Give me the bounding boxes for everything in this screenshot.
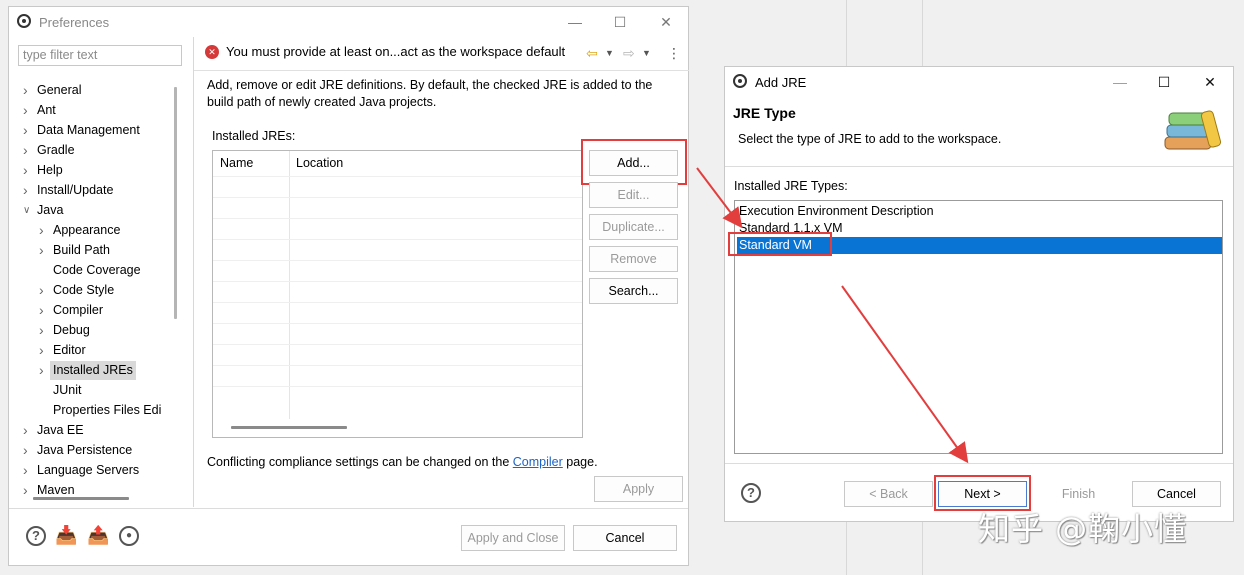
arrow-to-next-button xyxy=(841,285,969,464)
annotation-arrows xyxy=(696,167,969,464)
watermark: 知乎 @鞠小懂 xyxy=(978,510,1188,548)
arrow-add-to-standard-vm xyxy=(696,167,743,229)
